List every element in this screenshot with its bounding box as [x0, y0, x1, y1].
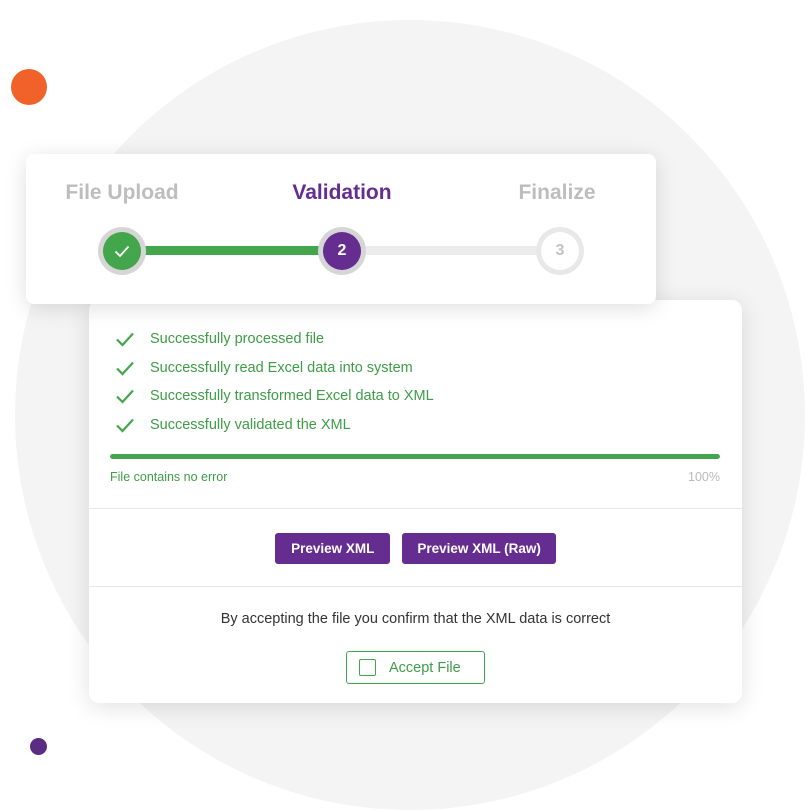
accept-file-label: Accept File — [389, 659, 461, 676]
step-label-file-upload: File Upload — [65, 181, 179, 204]
check-icon — [116, 361, 134, 376]
validation-progress-bar — [110, 454, 720, 459]
validation-checklist: Successfully processed file Successfully… — [115, 325, 434, 439]
check-item-text: Successfully validated the XML — [150, 416, 351, 433]
preview-xml-raw-button[interactable]: Preview XML (Raw) — [402, 533, 556, 564]
decorative-dot-purple — [30, 738, 47, 755]
divider — [89, 508, 742, 509]
check-icon — [116, 333, 134, 347]
step-3-number: 3 — [541, 232, 579, 270]
check-icon — [116, 390, 134, 404]
step-label-finalize: Finalize — [518, 181, 596, 204]
check-item-text: Successfully processed file — [150, 331, 325, 348]
check-item: Successfully processed file — [115, 325, 434, 354]
check-icon — [114, 245, 130, 257]
divider — [89, 586, 742, 587]
validation-percent: 100% — [688, 470, 720, 484]
validation-status-text: File contains no error — [110, 470, 228, 484]
check-item: Successfully read Excel data into system — [115, 354, 434, 383]
step-2-circle[interactable]: 2 — [318, 227, 366, 275]
check-item: Successfully validated the XML — [115, 411, 434, 440]
stepper-card: File Upload Validation Finalize 2 3 — [26, 154, 656, 304]
accept-file-button[interactable]: Accept File — [346, 651, 485, 684]
step-1-indicator — [103, 232, 141, 270]
stepper-track-progress — [122, 246, 341, 255]
step-2-number: 2 — [323, 232, 361, 270]
validation-panel: Successfully processed file Successfully… — [89, 300, 742, 703]
confirm-message: By accepting the file you confirm that t… — [220, 611, 611, 627]
decorative-dot-orange — [11, 69, 47, 105]
check-item: Successfully transformed Excel data to X… — [115, 382, 434, 411]
preview-xml-button[interactable]: Preview XML — [275, 533, 391, 564]
checkbox-icon — [359, 659, 376, 676]
check-item-text: Successfully read Excel data into system — [150, 359, 413, 376]
validation-progress-fill — [110, 454, 720, 459]
preview-actions: Preview XML Preview XML (Raw) — [89, 533, 742, 564]
check-icon — [116, 418, 134, 433]
step-1-circle[interactable] — [98, 227, 146, 275]
step-3-circle[interactable]: 3 — [536, 227, 584, 275]
check-item-text: Successfully transformed Excel data to X… — [150, 388, 434, 405]
step-label-validation: Validation — [292, 181, 392, 204]
